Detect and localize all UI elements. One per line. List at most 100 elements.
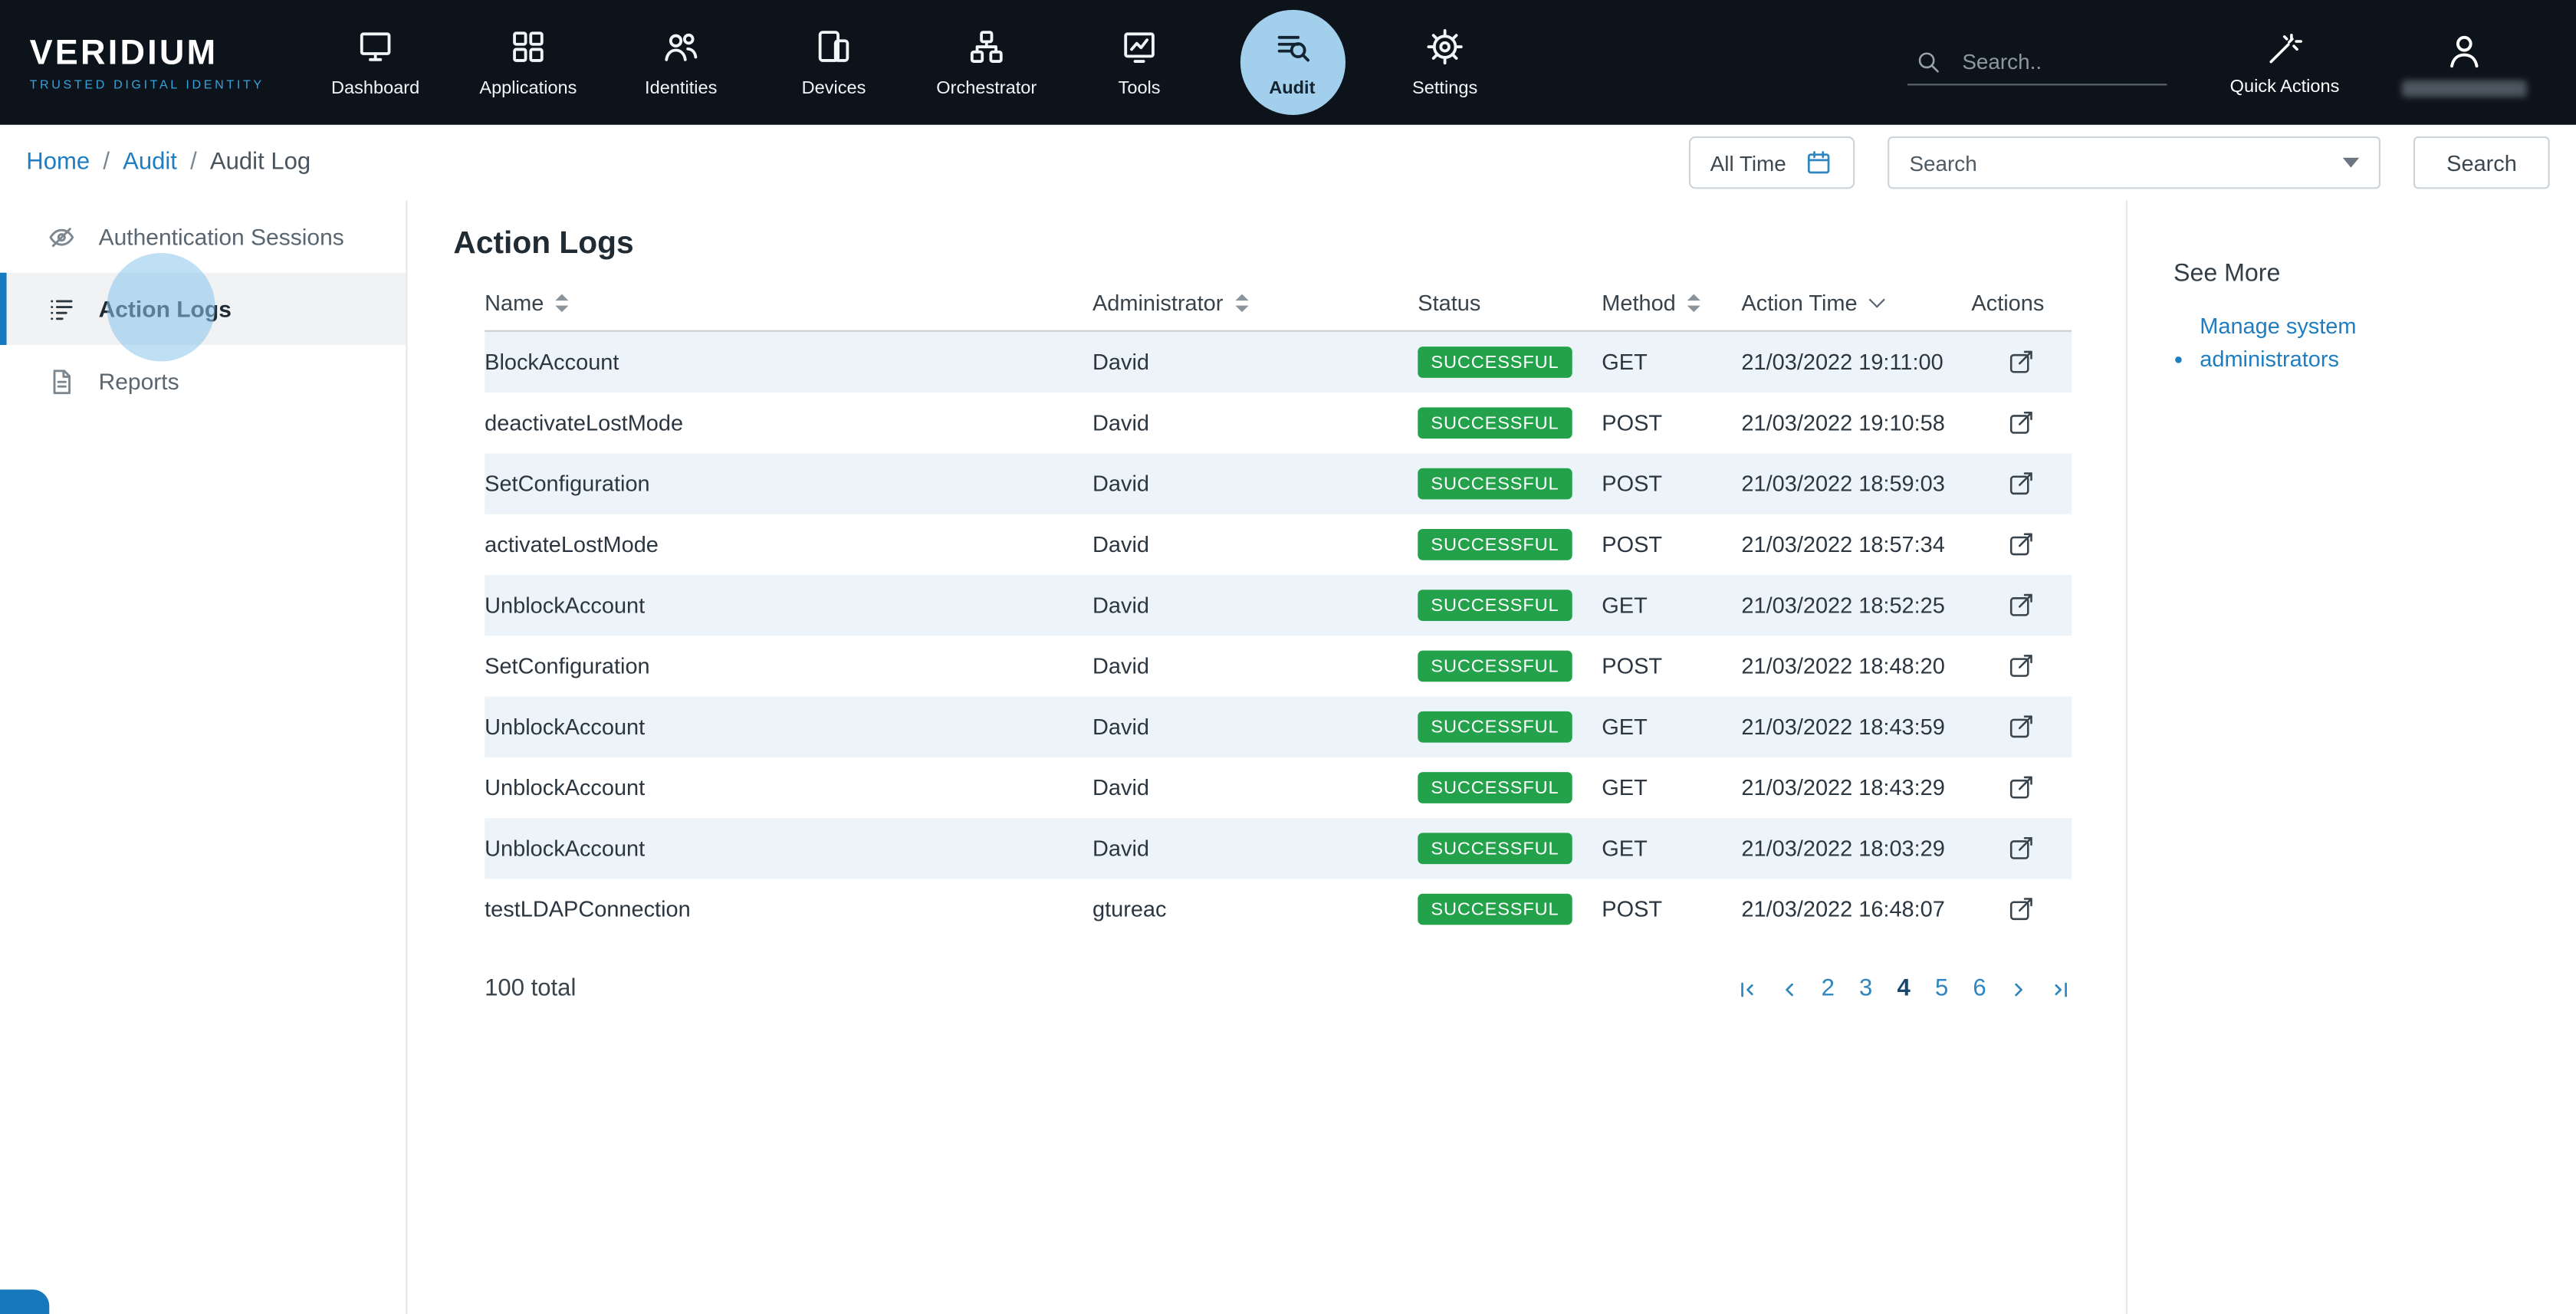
pagination-page-3[interactable]: 3 <box>1859 976 1872 1002</box>
nav-item-identities[interactable]: Identities <box>605 0 757 125</box>
open-action-icon[interactable] <box>2005 772 2036 803</box>
cell-administrator: David <box>1092 350 1418 374</box>
action-logs-table: Name Administrator Status Method Action … <box>485 276 2072 940</box>
page-body: Authentication Sessions Action Logs Repo… <box>0 200 2576 1314</box>
pagination-first-button[interactable] <box>1736 978 1757 1000</box>
column-header-action-time[interactable]: Action Time <box>1741 291 1971 315</box>
column-header-name[interactable]: Name <box>485 291 1092 315</box>
cell-action-time: 21/03/2022 19:10:58 <box>1741 411 1971 435</box>
cell-name: activateLostMode <box>485 532 1092 557</box>
open-action-icon[interactable] <box>2005 407 2036 439</box>
table-row: SetConfiguration David SUCCESSFUL POST 2… <box>485 453 2072 514</box>
breadcrumb: Home / Audit / Audit Log <box>26 149 310 176</box>
column-header-method[interactable]: Method <box>1602 291 1741 315</box>
cell-method: GET <box>1602 714 1741 739</box>
cell-name: BlockAccount <box>485 350 1092 374</box>
cell-action-time: 21/03/2022 18:59:03 <box>1741 471 1971 496</box>
sidebar-item-reports[interactable]: Reports <box>0 345 406 417</box>
column-label: Name <box>485 291 544 315</box>
cell-administrator: David <box>1092 775 1418 800</box>
settings-icon <box>1424 26 1466 67</box>
cell-method: GET <box>1602 593 1741 618</box>
manage-admins-link[interactable]: Manage system administrators <box>2200 310 2394 375</box>
column-header-actions: Actions <box>1971 291 2070 315</box>
cell-action-time: 21/03/2022 18:43:29 <box>1741 775 1971 800</box>
dashboard-icon <box>355 26 396 67</box>
cell-administrator: David <box>1092 471 1418 496</box>
report-icon <box>46 366 77 397</box>
open-action-icon[interactable] <box>2005 711 2036 743</box>
nav-item-tools[interactable]: Tools <box>1063 0 1215 125</box>
nav-item-devices[interactable]: Devices <box>757 0 910 125</box>
status-badge: SUCCESSFUL <box>1418 833 1572 864</box>
time-filter-button[interactable]: All Time <box>1689 136 1855 189</box>
open-action-icon[interactable] <box>2005 894 2036 925</box>
global-search-input[interactable] <box>1959 48 2156 75</box>
cell-status: SUCCESSFUL <box>1418 468 1602 500</box>
pagination-page-6[interactable]: 6 <box>1973 976 1986 1002</box>
cell-name: UnblockAccount <box>485 714 1092 739</box>
pagination-page-5[interactable]: 5 <box>1935 976 1948 1002</box>
cell-method: GET <box>1602 775 1741 800</box>
veridium-logo[interactable]: VERIDIUM TRUSTED DIGITAL IDENTITY <box>0 34 276 91</box>
pagination-page-2[interactable]: 2 <box>1822 976 1835 1002</box>
cell-name: deactivateLostMode <box>485 411 1092 435</box>
table-row: testLDAPConnection gtureac SUCCESSFUL PO… <box>485 879 2072 939</box>
pagination: 23456 <box>1736 976 2072 1002</box>
tools-icon <box>1119 26 1160 67</box>
search-icon <box>1914 48 1942 75</box>
open-action-icon[interactable] <box>2005 833 2036 864</box>
column-header-administrator[interactable]: Administrator <box>1092 291 1418 315</box>
breadcrumb-home[interactable]: Home <box>26 149 90 176</box>
nav-item-orchestrator[interactable]: Orchestrator <box>910 0 1063 125</box>
pagination-prev-button[interactable] <box>1779 978 1800 1000</box>
open-action-icon[interactable] <box>2005 651 2036 682</box>
breadcrumb-separator: / <box>190 149 197 176</box>
cell-actions <box>1971 711 2070 743</box>
identities-icon <box>660 26 702 67</box>
open-action-icon[interactable] <box>2005 590 2036 621</box>
cell-actions <box>1971 590 2070 621</box>
breadcrumb-audit[interactable]: Audit <box>123 149 177 176</box>
cell-method: GET <box>1602 350 1741 374</box>
nav-item-dashboard[interactable]: Dashboard <box>299 0 452 125</box>
nav-item-audit[interactable]: Audit <box>1216 0 1368 125</box>
veridium-admin-app: VERIDIUM TRUSTED DIGITAL IDENTITY Dashbo… <box>0 0 2576 1314</box>
nav-item-settings[interactable]: Settings <box>1368 0 1521 125</box>
user-name-redacted <box>2402 80 2527 96</box>
column-label: Actions <box>1971 291 2044 315</box>
cell-administrator: gtureac <box>1092 897 1418 921</box>
pagination-last-button[interactable] <box>2050 978 2072 1000</box>
open-action-icon[interactable] <box>2005 468 2036 500</box>
corner-widget[interactable] <box>0 1289 49 1314</box>
pagination-pages: 23456 <box>1822 976 1986 1002</box>
quick-actions-button[interactable]: Quick Actions <box>2230 29 2340 97</box>
sort-icon <box>1234 294 1247 312</box>
table-row: activateLostMode David SUCCESSFUL POST 2… <box>485 514 2072 575</box>
status-badge: SUCCESSFUL <box>1418 347 1572 378</box>
global-search[interactable] <box>1908 39 2168 85</box>
table-body: BlockAccount David SUCCESSFUL GET 21/03/… <box>485 332 2072 940</box>
user-profile-button[interactable] <box>2402 29 2527 97</box>
sort-desc-icon <box>1868 291 1884 307</box>
cell-administrator: David <box>1092 654 1418 678</box>
search-filter-dropdown[interactable]: Search <box>1888 136 2381 189</box>
cell-administrator: David <box>1092 411 1418 435</box>
sort-icon <box>555 294 568 312</box>
table-row: UnblockAccount David SUCCESSFUL GET 21/0… <box>485 575 2072 636</box>
open-action-icon[interactable] <box>2005 529 2036 560</box>
pagination-next-button[interactable] <box>2008 978 2029 1000</box>
calendar-icon <box>1804 148 1834 178</box>
table-header-row: Name Administrator Status Method Action … <box>485 276 2072 332</box>
column-label: Action Time <box>1741 291 1857 315</box>
pagination-page-4[interactable]: 4 <box>1897 976 1910 1002</box>
column-header-status: Status <box>1418 291 1602 315</box>
open-action-icon[interactable] <box>2005 347 2036 378</box>
last-page-icon <box>2050 978 2072 1000</box>
search-button[interactable]: Search <box>2413 136 2549 189</box>
status-badge: SUCCESSFUL <box>1418 651 1572 682</box>
nav-item-applications[interactable]: Applications <box>452 0 604 125</box>
cell-actions <box>1971 468 2070 500</box>
sidebar-item-authentication-sessions[interactable]: Authentication Sessions <box>0 200 406 272</box>
sidebar-item-action-logs[interactable]: Action Logs <box>0 273 406 345</box>
